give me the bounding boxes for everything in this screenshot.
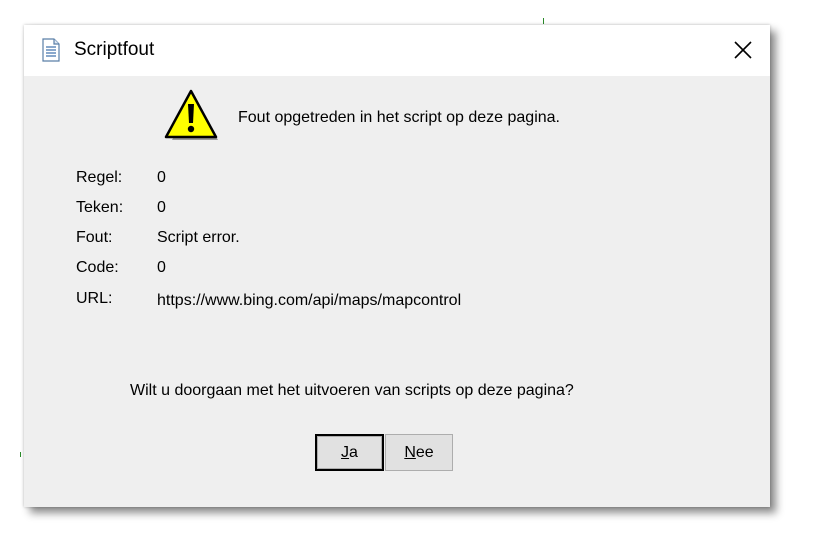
dialog-title: Scriptfout [74, 39, 155, 60]
yes-button-mnemonic: J [341, 444, 350, 461]
script-error-dialog: Scriptfout Fout opgetreden in het script… [24, 25, 770, 507]
close-icon [734, 41, 752, 59]
url-value: https://www.bing.com/api/maps/mapcontrol [157, 292, 462, 309]
error-label: Fout: [76, 229, 113, 246]
no-button[interactable]: Nee [385, 434, 453, 471]
background-artifact [20, 452, 21, 457]
char-value: 0 [157, 199, 166, 216]
code-label: Code: [76, 259, 119, 276]
line-value: 0 [157, 169, 166, 186]
no-button-mnemonic: N [404, 444, 416, 461]
warning-icon [163, 88, 221, 144]
close-button[interactable] [728, 35, 758, 65]
continue-question: Wilt u doorgaan met het uitvoeren van sc… [130, 382, 574, 399]
error-value: Script error. [157, 229, 240, 246]
line-label: Regel: [76, 169, 123, 186]
title-bar[interactable]: Scriptfout [24, 25, 770, 76]
no-button-label: ee [415, 444, 434, 461]
yes-button[interactable]: Ja [315, 434, 384, 471]
url-label: URL: [76, 290, 113, 307]
background-artifact [543, 18, 544, 24]
error-message: Fout opgetreden in het script op deze pa… [238, 109, 560, 126]
yes-button-label: a [349, 444, 358, 461]
document-icon [40, 38, 62, 62]
code-value: 0 [157, 259, 166, 276]
char-label: Teken: [76, 199, 124, 216]
